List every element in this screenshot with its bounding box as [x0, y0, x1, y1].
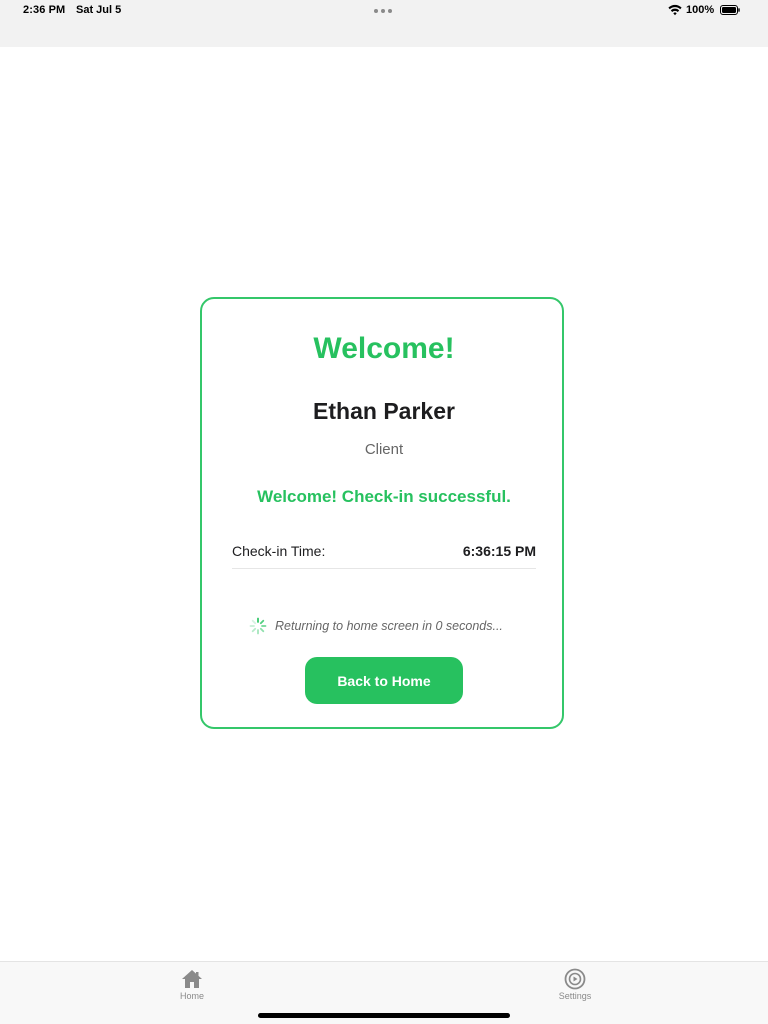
- divider: [232, 568, 536, 569]
- status-bar: 2:36 PM Sat Jul 5 100%: [0, 0, 768, 47]
- loading-spinner-icon: [249, 617, 267, 635]
- user-role: Client: [364, 441, 404, 458]
- battery-percentage: 100%: [686, 4, 715, 16]
- house-icon: [182, 970, 202, 988]
- home-indicator[interactable]: [258, 1013, 510, 1018]
- settings-icon: [564, 968, 586, 990]
- returning-countdown-text: Returning to home screen in 0 seconds...: [275, 619, 503, 633]
- user-name: Ethan Parker: [313, 398, 455, 424]
- checkin-success-message: Welcome! Check-in successful.: [257, 487, 511, 506]
- wifi-icon: [668, 4, 682, 16]
- tab-settings[interactable]: Settings: [535, 968, 615, 1001]
- tab-home-label: Home: [179, 991, 204, 1001]
- back-to-home-button[interactable]: Back to Home: [305, 657, 463, 704]
- checkin-time-value: 6:36:15 PM: [462, 543, 536, 559]
- tab-settings-label: Settings: [558, 991, 592, 1001]
- multitasking-dots-icon[interactable]: [374, 9, 392, 13]
- welcome-title: Welcome!: [313, 332, 455, 365]
- status-time: 2:36 PM: [23, 4, 66, 16]
- battery-icon: [720, 5, 740, 15]
- tab-home[interactable]: Home: [152, 968, 232, 1001]
- status-date: Sat Jul 5: [76, 4, 122, 16]
- checkin-time-label: Check-in Time:: [232, 543, 326, 559]
